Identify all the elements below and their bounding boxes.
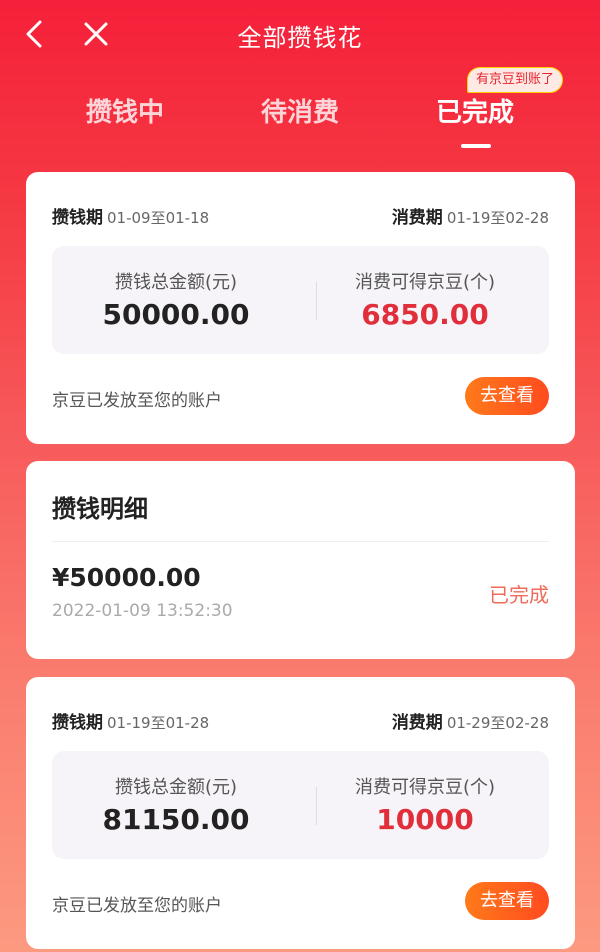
detail-amount: ¥50000.00 [52, 563, 201, 592]
beans-arrived-badge: 有京豆到账了 [467, 67, 564, 93]
status-tabs: 攒钱中 待消费 已完成 [0, 92, 600, 152]
savings-card: 攒钱期 01-09至01-18 消费期 01-19至02-28 攒钱总金额(元) 5… [26, 172, 575, 444]
tab-saving[interactable]: 攒钱中 [50, 92, 200, 142]
detail-title: 攒钱明细 [52, 495, 148, 523]
save-period: 攒钱期 01-19至01-28 [52, 712, 210, 733]
divider [52, 541, 549, 542]
page-title: 全部攒钱花 [237, 24, 363, 52]
card-footer-text: 京豆已发放至您的账户 [52, 896, 222, 916]
beans-stat: 消费可得京豆(个) 6850.00 [354, 272, 496, 331]
tab-pending[interactable]: 待消费 [225, 92, 375, 142]
status-badge: 已完成 [489, 583, 549, 607]
view-button[interactable]: 去查看 [465, 377, 549, 415]
total-amount-stat: 攒钱总金额(元) 81150.00 [102, 777, 250, 836]
top-bar: 全部攒钱花 [0, 0, 600, 70]
period-row: 攒钱期 01-09至01-18 消费期 01-19至02-28 [52, 204, 549, 228]
view-button[interactable]: 去查看 [465, 882, 549, 920]
tab-completed[interactable]: 已完成 [400, 92, 550, 142]
active-tab-indicator [461, 144, 491, 148]
savings-detail-card: 攒钱明细 ¥50000.00 2022-01-09 13:52:30 已完成 [26, 461, 575, 659]
spend-period: 消费期 01-19至02-28 [391, 207, 549, 228]
total-amount-stat: 攒钱总金额(元) 50000.00 [102, 272, 250, 331]
savings-card: 攒钱期 01-19至01-28 消费期 01-29至02-28 攒钱总金额(元) 8… [26, 677, 575, 949]
beans-stat: 消费可得京豆(个) 10000 [354, 777, 496, 836]
period-row: 攒钱期 01-19至01-28 消费期 01-29至02-28 [52, 709, 549, 733]
spend-period: 消费期 01-29至02-28 [391, 712, 549, 733]
card-footer-text: 京豆已发放至您的账户 [52, 391, 222, 411]
stats-box: 攒钱总金额(元) 50000.00 消费可得京豆(个) 6850.00 [52, 246, 549, 354]
stats-box: 攒钱总金额(元) 81150.00 消费可得京豆(个) 10000 [52, 751, 549, 859]
detail-timestamp: 2022-01-09 13:52:30 [52, 601, 233, 621]
save-period: 攒钱期 01-09至01-18 [52, 207, 210, 228]
